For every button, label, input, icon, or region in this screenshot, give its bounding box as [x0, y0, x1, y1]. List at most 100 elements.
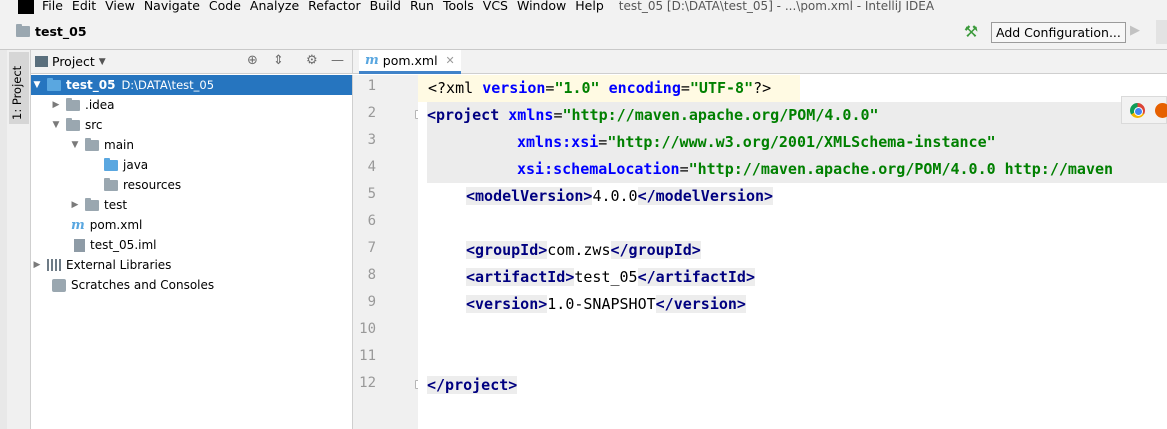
code-line-9: <version>1.0-SNAPSHOT</version> — [466, 291, 746, 318]
tab-label: pom.xml — [382, 53, 438, 68]
gear-icon[interactable]: ⚙ — [306, 53, 318, 68]
locate-target-icon[interactable]: ⊕ — [247, 53, 258, 68]
project-view-dropdown[interactable]: Project ▼ — [35, 54, 106, 69]
tag-open: <project — [427, 106, 509, 124]
tree-item-src[interactable]: ▼ src — [31, 115, 352, 135]
line-number: 1 — [367, 78, 376, 94]
tree-item-label: main — [104, 138, 134, 152]
folder-icon — [66, 97, 80, 111]
project-tree: ▼ test_05 D:\DATA\test_05 ▶ .idea ▼ src … — [31, 75, 352, 429]
tab-pom-xml[interactable]: m pom.xml ✕ — [359, 50, 461, 74]
tag-text: 4.0.0 — [592, 187, 638, 205]
chevron-right-icon[interactable]: ▶ — [69, 200, 81, 210]
tree-item-pom[interactable]: m pom.xml — [31, 215, 352, 235]
module-folder-icon — [47, 77, 61, 91]
code-line-5: <modelVersion>4.0.0</modelVersion> — [466, 183, 774, 210]
nav-project-name: test_05 — [35, 24, 87, 39]
source-folder-icon — [104, 157, 118, 171]
equals-sign: = — [680, 79, 690, 97]
project-panel-header: Project ▼ ⊕ ⇕ ⚙ — — [31, 50, 352, 74]
navigation-bar: test_05 ⚒ Add Configuration... ▶ — [0, 14, 1167, 50]
collapse-all-icon[interactable]: ⇕ — [273, 53, 284, 68]
iml-file-icon — [74, 238, 85, 252]
tree-item-test[interactable]: ▶ test — [31, 195, 352, 215]
tree-item-label: pom.xml — [89, 218, 143, 232]
tree-item-java[interactable]: java — [31, 155, 352, 175]
add-configuration-button[interactable]: Add Configuration... — [991, 22, 1126, 43]
tree-item-idea[interactable]: ▶ .idea — [31, 95, 352, 115]
maven-file-icon: m — [365, 53, 379, 68]
folder-icon — [85, 137, 99, 151]
menu-tools[interactable]: Tools — [443, 0, 474, 12]
chevron-down-icon[interactable]: ▼ — [50, 120, 62, 130]
menu-vcs[interactable]: VCS — [483, 0, 508, 12]
resources-folder-icon — [104, 177, 118, 191]
attr-value: "http://maven.apache.org/POM/4.0.0 http:… — [688, 160, 1114, 178]
folder-icon — [16, 24, 30, 37]
tree-item-external-libraries[interactable]: ▶ External Libraries — [31, 255, 352, 275]
line-number: 5 — [367, 186, 376, 202]
tree-item-iml[interactable]: test_05.iml — [31, 235, 352, 255]
tag-close: </groupId> — [610, 241, 701, 259]
menu-build[interactable]: Build — [370, 0, 401, 12]
menu-file[interactable]: File — [42, 0, 63, 12]
chevron-right-icon[interactable]: ▶ — [31, 260, 43, 270]
chevron-down-icon[interactable]: ▼ — [31, 80, 43, 90]
close-icon[interactable]: ✕ — [446, 54, 455, 67]
tree-item-test05[interactable]: ▼ test_05 D:\DATA\test_05 — [31, 75, 352, 95]
tree-item-main[interactable]: ▼ main — [31, 135, 352, 155]
code-editor[interactable]: <?xml version="1.0" encoding="UTF-8"?> <… — [418, 75, 1167, 429]
tree-item-label: .idea — [85, 98, 115, 112]
chevron-down-icon: ▼ — [98, 56, 106, 67]
project-tool-tab-label: 1: Project — [10, 65, 24, 120]
debug-button[interactable] — [1156, 20, 1167, 44]
tree-item-path: D:\DATA\test_05 — [121, 78, 215, 92]
menu-view[interactable]: View — [105, 0, 135, 12]
equals-sign: = — [598, 133, 608, 151]
project-view-icon — [35, 56, 48, 67]
folder-icon — [66, 117, 80, 131]
attr-value: "http://www.w3.org/2001/XMLSchema-instan… — [607, 133, 996, 151]
xml-declaration-end: ?> — [753, 79, 772, 97]
tag-text: test_05 — [574, 268, 638, 286]
menu-edit[interactable]: Edit — [72, 0, 96, 12]
menu-refactor[interactable]: Refactor — [308, 0, 360, 12]
chevron-right-icon[interactable]: ▶ — [50, 100, 62, 110]
code-line-8: <artifactId>test_05</artifactId> — [466, 264, 755, 291]
firefox-icon[interactable] — [1155, 103, 1167, 118]
tag-close: </version> — [655, 295, 746, 313]
equals-sign: = — [679, 160, 689, 178]
tree-item-resources[interactable]: resources — [31, 175, 352, 195]
menu-code[interactable]: Code — [209, 0, 241, 12]
tree-item-label: java — [123, 158, 149, 172]
menu-analyze[interactable]: Analyze — [250, 0, 299, 12]
chevron-down-icon[interactable]: ▼ — [69, 140, 81, 150]
menu-help[interactable]: Help — [575, 0, 604, 12]
tree-item-label: test_05 — [66, 78, 116, 92]
line-number: 7 — [367, 240, 376, 256]
tag-open: <version> — [466, 295, 548, 313]
menu-window[interactable]: Window — [517, 0, 566, 12]
attr-name: xmlns — [508, 106, 554, 124]
code-line-7: <groupId>com.zws</groupId> — [466, 237, 701, 264]
tree-item-scratches[interactable]: Scratches and Consoles — [31, 275, 352, 295]
attr-name: xsi:schemaLocation — [517, 160, 680, 178]
tag-open: <modelVersion> — [466, 187, 593, 205]
menu-navigate[interactable]: Navigate — [144, 0, 200, 12]
tree-item-label: resources — [123, 178, 182, 192]
minimize-icon[interactable]: — — [331, 53, 344, 68]
project-tool-tab[interactable]: 1: Project — [9, 52, 29, 124]
run-icon[interactable]: ▶ — [1130, 23, 1140, 38]
menu-run[interactable]: Run — [410, 0, 434, 12]
tag-open: <groupId> — [466, 241, 548, 259]
chrome-icon[interactable] — [1130, 103, 1145, 118]
code-line-2: <project xmlns="http://maven.apache.org/… — [427, 102, 1167, 129]
tree-item-label: test_05.iml — [90, 238, 157, 252]
line-number: 12 — [359, 375, 376, 391]
build-hammer-icon[interactable]: ⚒ — [962, 23, 980, 41]
code-line-4: xsi:schemaLocation="http://maven.apache.… — [427, 156, 1167, 183]
nav-project-crumb[interactable]: test_05 — [16, 24, 87, 39]
tree-item-label: test — [104, 198, 128, 212]
tree-item-label: External Libraries — [66, 258, 172, 272]
browser-preview-bar — [1121, 96, 1167, 124]
